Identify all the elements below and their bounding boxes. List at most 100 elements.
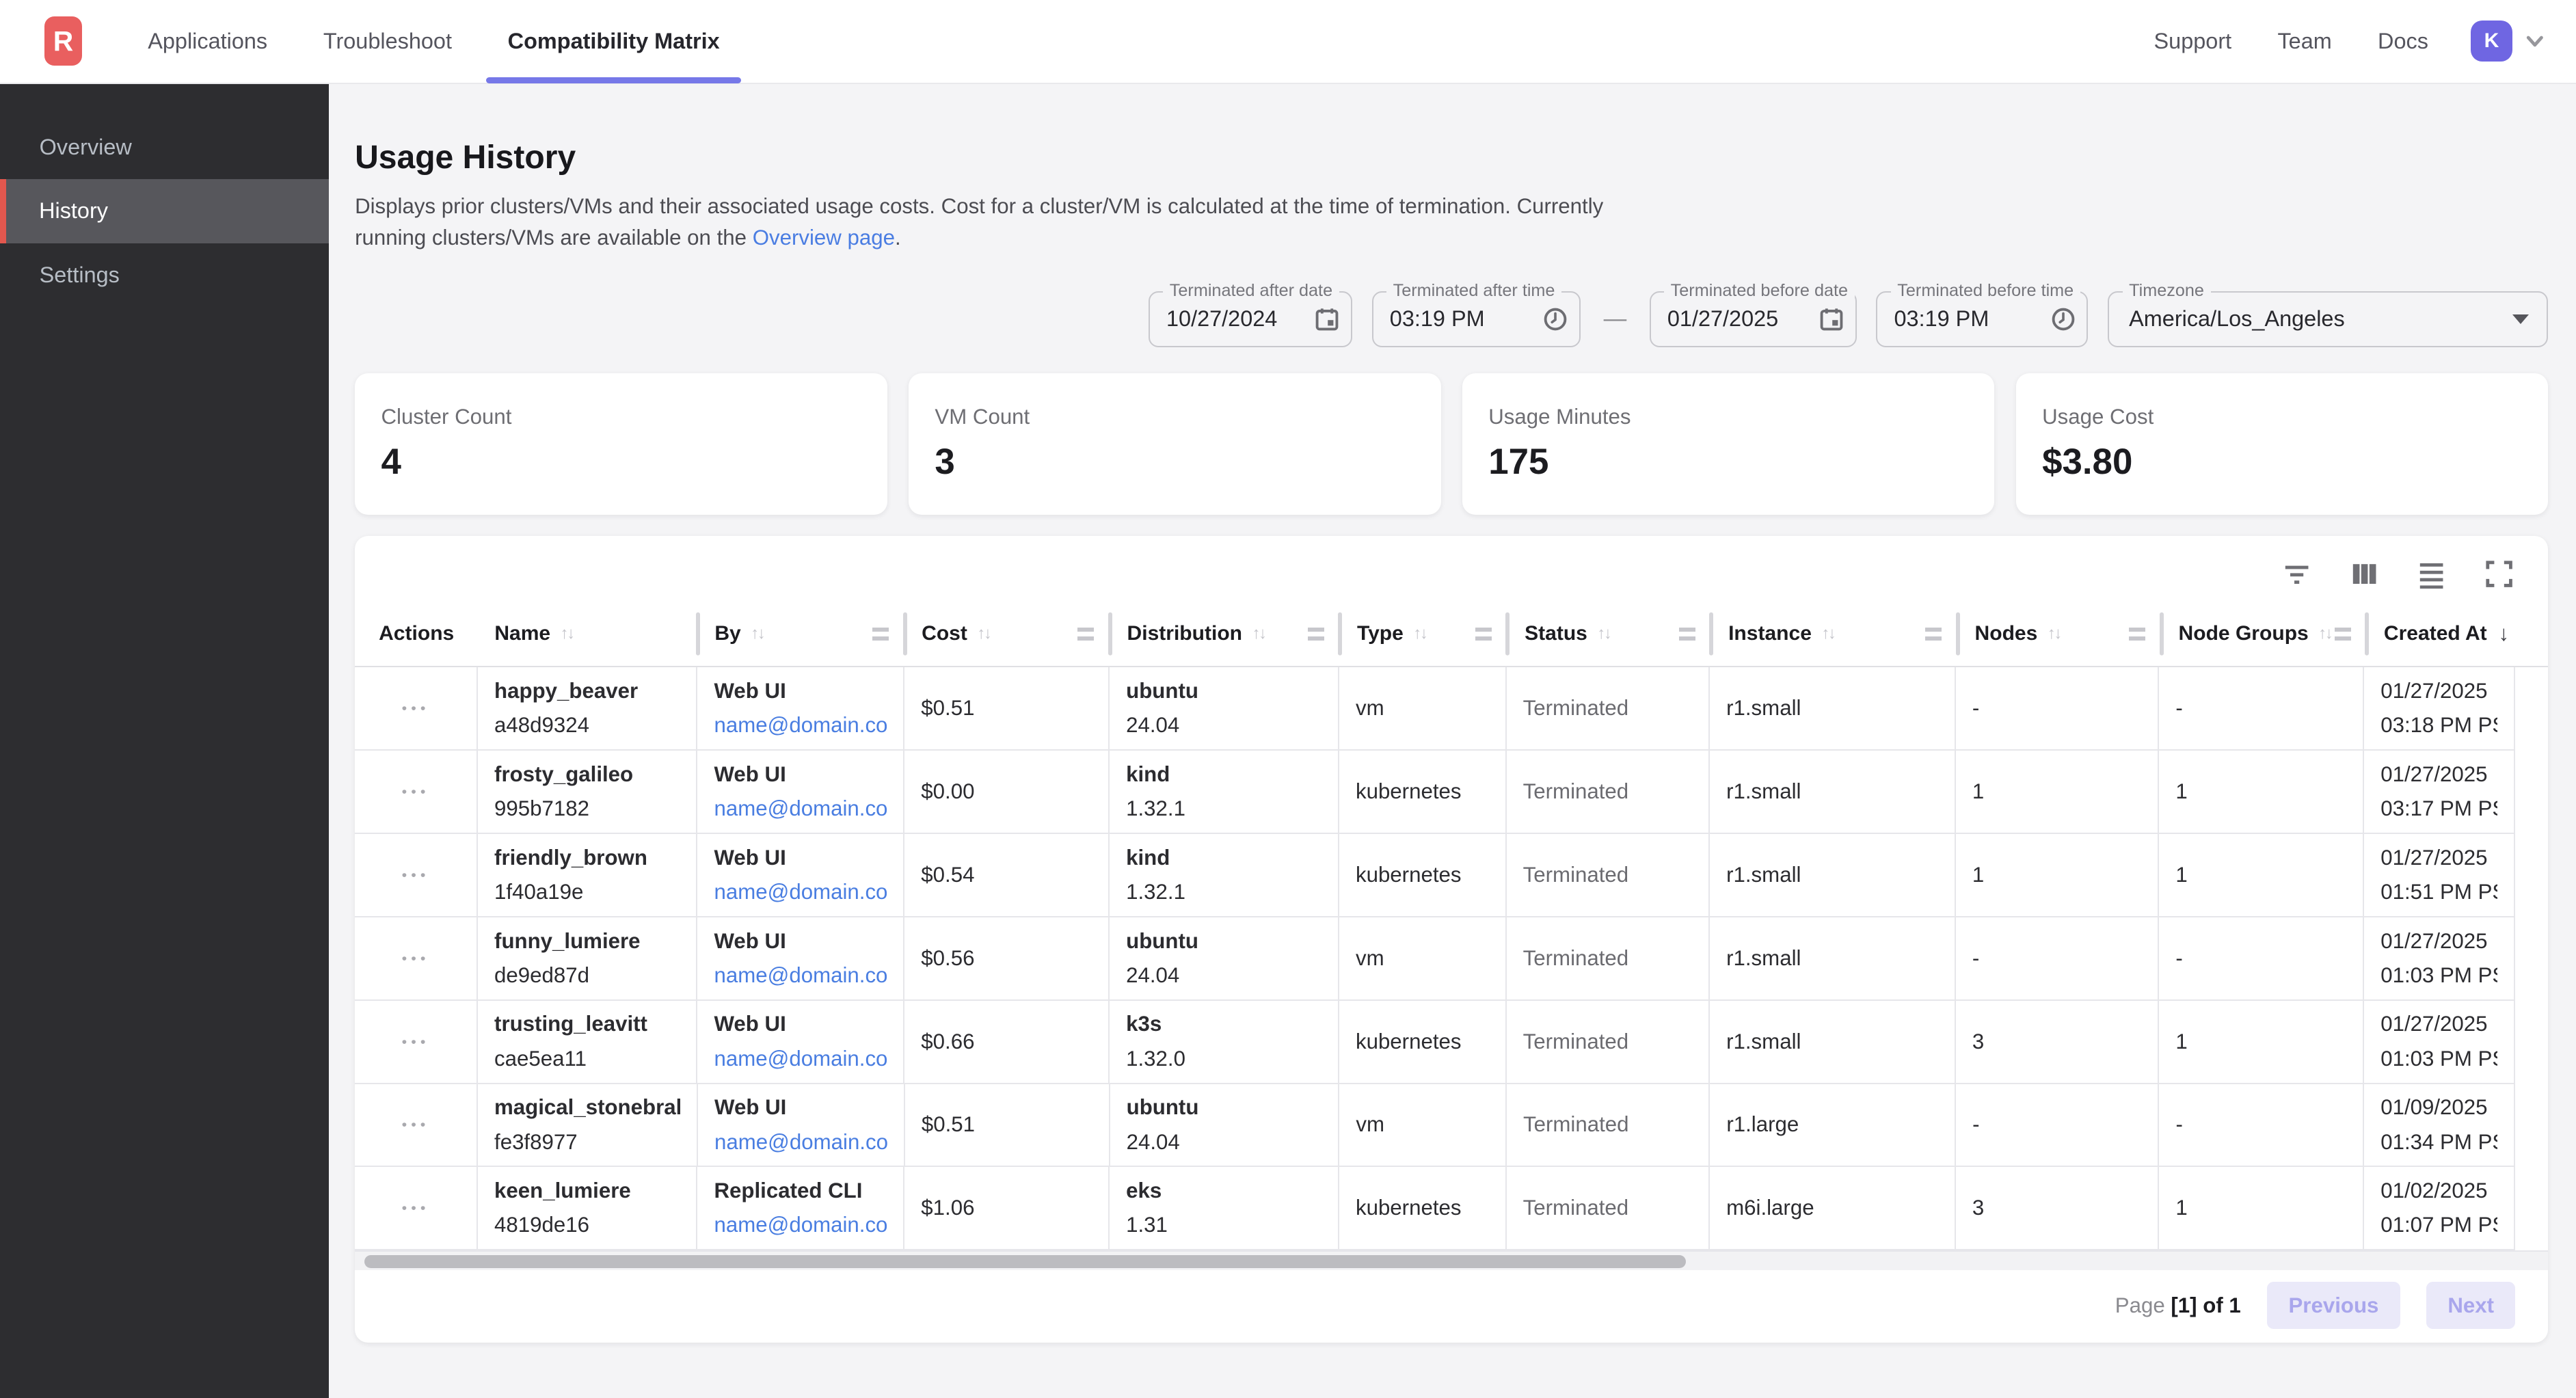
user-avatar[interactable]: K xyxy=(2471,21,2512,62)
nav-link[interactable]: Docs xyxy=(2354,0,2451,83)
status-value: Terminated xyxy=(1523,1030,1692,1054)
sort-updown-icon: ↑↓ xyxy=(2318,624,2331,643)
created-time: 03:17 PM PST xyxy=(2380,796,2497,821)
nav-tab[interactable]: Compatibility Matrix xyxy=(480,0,748,83)
distribution-cell: ubuntu 24.04 xyxy=(1110,1084,1340,1168)
created-by-email-link[interactable]: name@domain.com xyxy=(714,713,887,738)
created-by-email-link[interactable]: name@domain.com xyxy=(714,1130,887,1155)
cost-value: $0.66 xyxy=(921,1030,1092,1054)
column-header[interactable]: By ↑↓ xyxy=(698,602,905,666)
stat-label: VM Count xyxy=(935,405,1414,429)
created-at-cell: 01/27/2025 03:18 PM PST xyxy=(2364,667,2515,751)
calendar-icon[interactable] xyxy=(1315,307,1339,332)
horizontal-scrollbar-thumb[interactable] xyxy=(364,1255,1685,1268)
created-at-cell: 01/09/2025 01:34 PM PST xyxy=(2364,1084,2515,1168)
column-menu-icon[interactable] xyxy=(1475,628,1492,641)
name-cell: funny_lumiere de9ed87d xyxy=(478,917,697,1001)
row-actions-menu-button[interactable]: ••• xyxy=(399,943,433,973)
sidebar-item[interactable]: Overview xyxy=(0,115,329,179)
stat-label: Usage Minutes xyxy=(1488,405,1968,429)
replicated-logo[interactable]: R xyxy=(44,16,82,66)
created-by-email-link[interactable]: name@domain.com xyxy=(714,796,887,821)
manage-columns-icon[interactable] xyxy=(2350,559,2379,589)
table-toolbar xyxy=(355,536,2548,602)
clock-icon[interactable] xyxy=(2051,307,2076,332)
timezone-select[interactable]: Timezone America/Los_Angeles xyxy=(2108,291,2548,347)
stat-value: $3.80 xyxy=(2042,441,2522,483)
created-date: 01/27/2025 xyxy=(2380,929,2497,954)
column-header[interactable]: Actions xyxy=(355,602,478,666)
sidebar-item[interactable]: History xyxy=(0,179,329,243)
row-actions-menu-button[interactable]: ••• xyxy=(399,859,433,890)
calendar-icon[interactable] xyxy=(1819,307,1844,332)
created-time: 01:03 PM PST xyxy=(2380,963,2497,988)
column-header[interactable]: Status ↑↓ xyxy=(1508,602,1712,666)
column-menu-icon[interactable] xyxy=(872,628,889,641)
column-header[interactable]: Created At ↓ xyxy=(2367,602,2519,666)
stat-card: Usage Minutes 175 xyxy=(1462,373,1995,515)
column-menu-icon[interactable] xyxy=(2335,628,2351,641)
fullscreen-icon[interactable] xyxy=(2484,559,2514,589)
stat-card: Usage Cost $3.80 xyxy=(2016,373,2549,515)
created-at-cell: 01/02/2025 01:07 PM PST xyxy=(2364,1167,2515,1250)
row-filler xyxy=(2515,667,2548,751)
filter-bar: Terminated after date Terminated after t… xyxy=(355,291,2548,347)
distribution-cell: kind 1.32.1 xyxy=(1110,751,1339,834)
clock-icon[interactable] xyxy=(1543,307,1568,332)
nav-right: Support Team Docs K xyxy=(2131,0,2547,83)
created-time: 01:07 PM PST xyxy=(2380,1213,2497,1237)
row-actions-menu-button[interactable]: ••• xyxy=(399,776,433,807)
column-menu-icon[interactable] xyxy=(1077,628,1094,641)
column-header[interactable]: Cost ↑↓ xyxy=(905,602,1110,666)
nodes-cell: 3 xyxy=(1956,1167,2159,1250)
node-groups-value: 1 xyxy=(2175,863,2346,887)
column-header-label: Actions xyxy=(379,622,454,645)
column-header[interactable]: Node Groups ↑↓ xyxy=(2162,602,2367,666)
created-by-email-link[interactable]: name@domain.com xyxy=(714,963,887,988)
page-prefix: Page xyxy=(2115,1293,2165,1317)
created-by-email-link[interactable]: name@domain.com xyxy=(714,1213,887,1237)
instance-cell: r1.small xyxy=(1710,1001,1956,1084)
status-value: Terminated xyxy=(1523,863,1692,887)
nav-tab[interactable]: Applications xyxy=(120,0,295,83)
created-date: 01/27/2025 xyxy=(2380,679,2497,703)
type-value: kubernetes xyxy=(1356,779,1489,804)
page-title: Usage History xyxy=(355,138,2548,176)
column-header[interactable]: Instance ↑↓ xyxy=(1712,602,1958,666)
nav-link[interactable]: Support xyxy=(2131,0,2255,83)
overview-page-link[interactable]: Overview page xyxy=(753,226,895,250)
nav-tab[interactable]: Troubleshoot xyxy=(295,0,480,83)
filter-icon[interactable] xyxy=(2282,559,2311,589)
column-header[interactable]: Name ↑↓ xyxy=(478,602,698,666)
nodes-value: 1 xyxy=(1972,863,2141,887)
name-cell: frosty_galileo 995b7182 xyxy=(478,751,697,834)
instance-cell: r1.small xyxy=(1710,751,1956,834)
row-actions-menu-button[interactable]: ••• xyxy=(399,1193,433,1224)
column-menu-icon[interactable] xyxy=(2129,628,2145,641)
previous-page-button[interactable]: Previous xyxy=(2267,1282,2400,1330)
sidebar-item[interactable]: Settings xyxy=(0,243,329,308)
column-header[interactable]: Type ↑↓ xyxy=(1341,602,1508,666)
row-actions-menu-button[interactable]: ••• xyxy=(399,1026,433,1057)
created-by-email-link[interactable]: name@domain.com xyxy=(714,880,887,904)
next-page-button[interactable]: Next xyxy=(2426,1282,2515,1330)
column-header[interactable]: Distribution ↑↓ xyxy=(1111,602,1341,666)
page-description: Displays prior clusters/VMs and their as… xyxy=(355,191,1661,253)
cluster-id: a48d9324 xyxy=(494,713,680,738)
terminated-after-time-field: Terminated after time xyxy=(1372,291,1581,347)
column-menu-icon[interactable] xyxy=(1308,628,1324,641)
row-actions-menu-button[interactable]: ••• xyxy=(399,1110,433,1140)
stat-value: 3 xyxy=(935,441,1414,483)
nav-link[interactable]: Team xyxy=(2255,0,2355,83)
column-menu-icon[interactable] xyxy=(1925,628,1942,641)
density-icon[interactable] xyxy=(2417,559,2446,589)
created-by-email-link[interactable]: name@domain.com xyxy=(714,1047,887,1071)
column-header[interactable]: Nodes ↑↓ xyxy=(1959,602,2162,666)
type-value: vm xyxy=(1356,1112,1489,1137)
chevron-down-icon[interactable] xyxy=(2523,29,2547,53)
cost-value: $0.51 xyxy=(922,1112,1092,1137)
column-header-label: Cost xyxy=(922,622,967,645)
column-menu-icon[interactable] xyxy=(1679,628,1695,641)
row-actions-menu-button[interactable]: ••• xyxy=(399,693,433,724)
sort-updown-icon: ↑↓ xyxy=(751,624,764,643)
